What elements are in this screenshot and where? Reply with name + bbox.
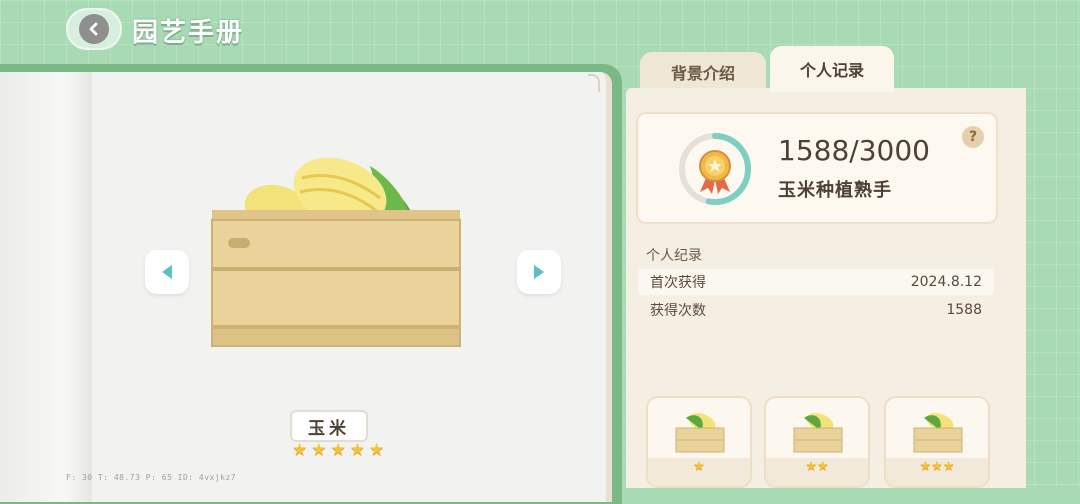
item-name: 玉米 (290, 410, 368, 442)
progress-count: 1588/3000 (778, 134, 930, 167)
corn-crate-icon (913, 413, 963, 453)
variant-stars: ★ (693, 459, 705, 474)
tab-background-intro[interactable]: 背景介绍 (640, 52, 766, 92)
right-triangle-icon (534, 265, 544, 279)
variant-stars: ★★★ (919, 459, 955, 474)
record-row: 获得次数 1588 (638, 297, 994, 323)
tab-personal-record[interactable]: 个人记录 (770, 46, 894, 92)
records-title: 个人纪录 (646, 248, 702, 264)
record-row: 首次获得 2024.8.12 (638, 269, 994, 295)
corn-crate-icon (211, 157, 461, 347)
debug-overlay: F: 30 T: 48.73 P: 65 ID: 4vxjkz7 (66, 473, 237, 482)
prev-item-button[interactable] (145, 250, 189, 294)
medal-progress-ring (679, 133, 751, 205)
corn-crate-icon (675, 413, 725, 453)
record-label: 获得次数 (650, 303, 706, 319)
page-corner (588, 74, 600, 92)
item-stars: ★★★★★ (292, 442, 388, 459)
rarity-stars: ★★★★★ (292, 440, 389, 460)
variant-stars: ★★ (805, 459, 829, 474)
variant-card-2[interactable]: ★★ (764, 396, 870, 488)
corn-crate-icon (793, 413, 843, 453)
back-button[interactable] (66, 8, 122, 50)
book-page-edge (0, 72, 92, 502)
next-item-button[interactable] (517, 250, 561, 294)
rank-title: 玉米种植熟手 (778, 180, 892, 201)
back-arrow-icon (79, 14, 109, 44)
left-triangle-icon (162, 265, 172, 279)
record-value: 2024.8.12 (910, 274, 982, 290)
help-icon[interactable]: ? (962, 126, 984, 148)
record-label: 首次获得 (650, 275, 706, 291)
page-title: 园艺手册 (132, 18, 245, 48)
record-value: 1588 (946, 302, 982, 318)
variant-card-3[interactable]: ★★★ (884, 396, 990, 488)
variant-card-1[interactable]: ★ (646, 396, 752, 488)
